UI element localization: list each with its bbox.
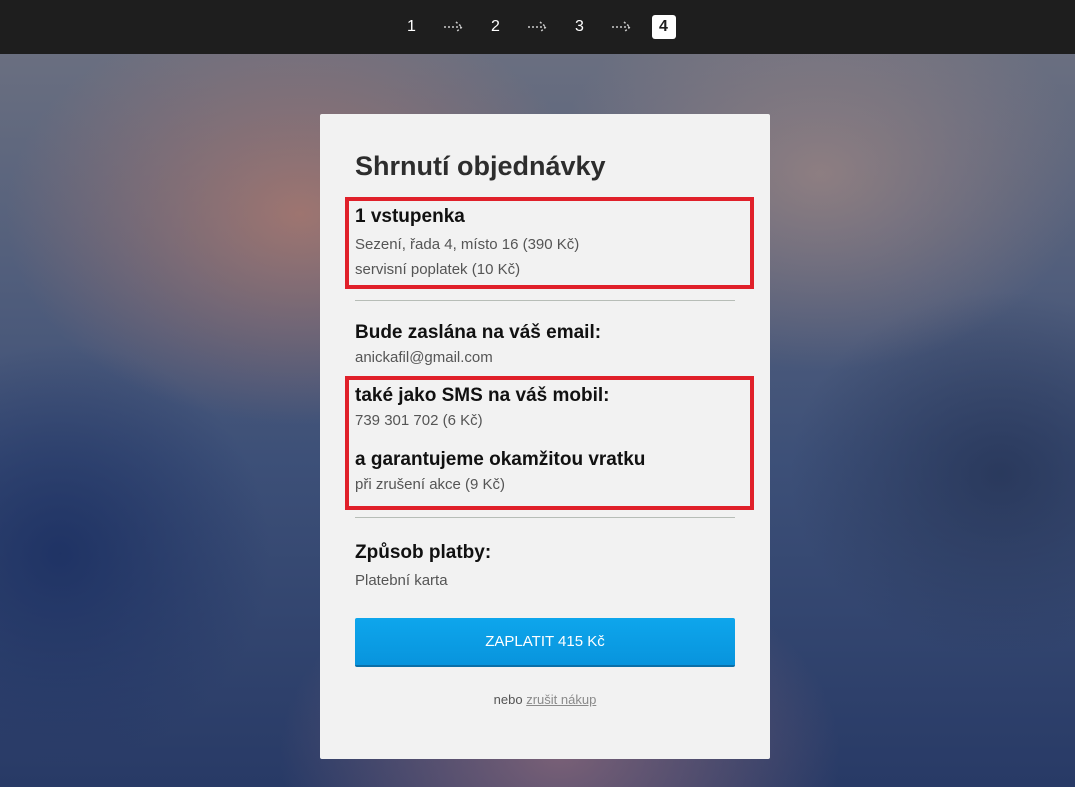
payment-method: Platební karta <box>355 572 448 589</box>
email-heading: Bude zaslána na váš email: <box>355 322 602 343</box>
cancel-purchase-link[interactable]: zrušit nákup <box>526 692 596 707</box>
step-2[interactable]: 2 <box>484 15 508 39</box>
ticket-heading: 1 vstupenka <box>355 206 465 227</box>
step-3[interactable]: 3 <box>568 15 592 39</box>
step-progress-bar: 1 2 3 4 <box>0 0 1075 54</box>
arrow-right-icon <box>592 21 652 33</box>
sms-heading: také jako SMS na váš mobil: <box>355 385 610 406</box>
payment-heading: Způsob platby: <box>355 542 492 563</box>
footer-prefix: nebo <box>493 692 523 707</box>
ticket-section: 1 vstupenka Sezení, řada 4, místo 16 (39… <box>355 206 735 278</box>
divider <box>355 517 735 518</box>
page-title: Shrnutí objednávky <box>355 151 606 181</box>
footer-cancel: nebo zrušit nákup <box>355 692 735 707</box>
arrow-right-icon <box>508 21 568 33</box>
email-section: Bude zaslána na váš email: anickafil@gma… <box>355 322 735 366</box>
refund-section: a garantujeme okamžitou vratku při zruše… <box>355 449 735 493</box>
step-4-active: 4 <box>651 15 676 39</box>
sms-value: 739 301 702 (6 Kč) <box>355 412 483 429</box>
ticket-fee: servisní poplatek (10 Kč) <box>355 261 521 278</box>
refund-heading: a garantujeme okamžitou vratku <box>355 449 646 470</box>
arrow-right-icon <box>424 21 484 33</box>
refund-value: při zrušení akce (9 Kč) <box>355 476 506 493</box>
order-summary-card: Shrnutí objednávky 1 vstupenka Sezení, ř… <box>320 114 770 759</box>
email-value: anickafil@gmail.com <box>355 349 493 366</box>
payment-section: Způsob platby: Platební karta <box>355 542 735 589</box>
sms-section: také jako SMS na váš mobil: 739 301 702 … <box>355 385 735 429</box>
ticket-seat: Sezení, řada 4, místo 16 (390 Kč) <box>355 236 580 253</box>
pay-button[interactable]: ZAPLATIT 415 Kč <box>355 618 735 667</box>
step-1[interactable]: 1 <box>400 15 424 39</box>
divider <box>355 300 735 301</box>
